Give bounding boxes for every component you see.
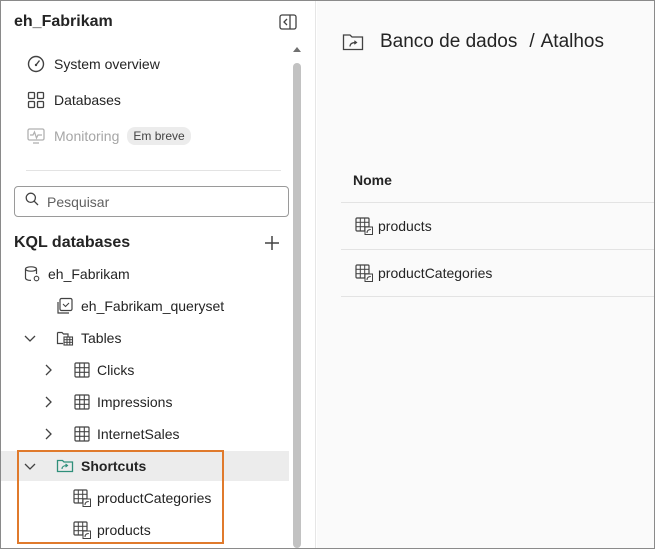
- workspace-title: eh_Fabrikam: [14, 13, 113, 30]
- tree-label: eh_Fabrikam_queryset: [81, 298, 225, 314]
- tree-item-products[interactable]: products: [1, 515, 289, 545]
- search-icon: [25, 192, 39, 211]
- tree-label: Tables: [81, 330, 122, 346]
- main-pane: Banco de dados / Atalhos Nome products p…: [317, 1, 654, 548]
- grid-icon: [26, 90, 46, 110]
- tree-item-internetsales[interactable]: InternetSales: [1, 419, 289, 449]
- table-icon: [73, 393, 91, 411]
- table-shortcut-icon: [355, 264, 373, 282]
- breadcrumb-parent[interactable]: Banco de dados: [380, 31, 517, 53]
- database-icon: [23, 265, 41, 283]
- search-placeholder: Pesquisar: [47, 193, 110, 210]
- chevron-right-icon[interactable]: [41, 395, 55, 409]
- row-name: products: [378, 218, 432, 234]
- row-name: productCategories: [378, 265, 493, 281]
- shortcuts-table: Nome products productCategories: [341, 158, 654, 297]
- column-header-name[interactable]: Nome: [341, 158, 654, 203]
- tree-item-database[interactable]: eh_Fabrikam: [1, 259, 289, 289]
- search-input[interactable]: Pesquisar: [14, 186, 289, 217]
- tree-label: InternetSales: [97, 426, 180, 442]
- add-icon[interactable]: [263, 234, 281, 252]
- tree-item-clicks[interactable]: Clicks: [1, 355, 289, 385]
- tree-item-queryset[interactable]: eh_Fabrikam_queryset: [1, 291, 289, 321]
- pulse-icon: [26, 126, 46, 146]
- sidebar-scrollbar[interactable]: [291, 43, 303, 548]
- collapse-pane-icon[interactable]: [279, 14, 297, 30]
- tree-label: Impressions: [97, 394, 173, 410]
- tree-label: eh_Fabrikam: [48, 266, 130, 282]
- nav-system-overview[interactable]: System overview: [26, 52, 160, 76]
- section-title: KQL databases: [14, 234, 131, 251]
- breadcrumb-separator: /: [529, 31, 535, 52]
- nav-label: Monitoring: [54, 128, 120, 144]
- nav-monitoring: Monitoring Em breve: [26, 124, 191, 148]
- table-shortcut-icon: [73, 489, 91, 507]
- gauge-icon: [26, 54, 46, 74]
- nav-label: System overview: [54, 56, 160, 72]
- table-row[interactable]: products: [341, 203, 654, 250]
- chevron-down-icon[interactable]: [23, 331, 37, 345]
- coming-soon-badge: Em breve: [127, 127, 191, 145]
- table-shortcut-icon: [355, 217, 373, 235]
- breadcrumb-current: Atalhos: [540, 31, 604, 52]
- table-icon: [73, 425, 91, 443]
- breadcrumb: Banco de dados / Atalhos: [342, 31, 604, 53]
- tree-label: products: [97, 522, 151, 538]
- table-row[interactable]: productCategories: [341, 250, 654, 297]
- folder-shortcut-icon: [56, 457, 74, 475]
- chevron-right-icon[interactable]: [41, 427, 55, 441]
- folder-shortcut-icon: [342, 31, 364, 53]
- scroll-thumb[interactable]: [293, 63, 301, 548]
- chevron-down-icon[interactable]: [23, 459, 37, 473]
- nav-label: Databases: [54, 92, 121, 108]
- nav-databases[interactable]: Databases: [26, 88, 121, 112]
- table-shortcut-icon: [73, 521, 91, 539]
- queryset-icon: [56, 297, 74, 315]
- sidebar: eh_Fabrikam System overview Databases Mo…: [1, 1, 316, 548]
- tree-label: Shortcuts: [81, 458, 147, 474]
- chevron-right-icon[interactable]: [41, 363, 55, 377]
- folder-table-icon: [56, 329, 74, 347]
- tree-item-productcategories[interactable]: productCategories: [1, 483, 289, 513]
- table-icon: [73, 361, 91, 379]
- tree-item-tables[interactable]: Tables: [1, 323, 289, 353]
- tree-item-shortcuts[interactable]: Shortcuts: [1, 451, 289, 481]
- tree-label: Clicks: [97, 362, 135, 378]
- tree-item-impressions[interactable]: Impressions: [1, 387, 289, 417]
- divider: [26, 170, 281, 171]
- scroll-up-icon[interactable]: [291, 43, 303, 55]
- tree-label: productCategories: [97, 490, 212, 506]
